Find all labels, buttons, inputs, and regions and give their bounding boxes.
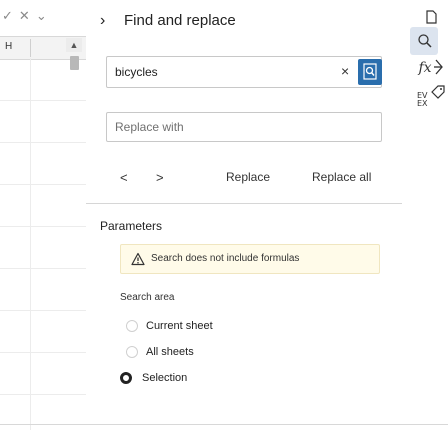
tag-icon [431,85,445,99]
panel-header: › Find and replace [86,0,402,42]
grid-line [30,58,31,430]
parameters-heading: Parameters [100,219,163,233]
grid-line [0,352,86,353]
rail-bottom-border [402,424,448,425]
find-tool-button[interactable] [416,32,434,50]
section-divider [86,203,402,204]
spreadsheet-area: ✓ ✕ ⌄ H ▲ [0,0,87,430]
radio-button[interactable] [126,320,138,332]
warning-icon [131,252,145,266]
search-icon [363,63,377,80]
panel-title: Find and replace [124,12,236,29]
replace-field[interactable] [106,112,382,142]
column-divider [30,39,31,57]
replace-input[interactable] [115,119,365,135]
search-icon [418,34,432,48]
scroll-up-button[interactable]: ▲ [66,38,82,52]
clear-icon[interactable]: × [341,63,349,79]
sort-label-bottom: EX [417,99,428,108]
option-label: Selection [142,372,188,384]
chevron-down-icon[interactable]: ⌄ [36,8,47,24]
option-label: Current sheet [146,320,213,332]
replace-all-button[interactable]: Replace all [312,170,371,184]
search-button[interactable] [358,59,382,85]
action-bar: < > Replace Replace all [86,160,402,196]
grid-line [0,100,86,101]
grid-line [0,268,86,269]
column-label: H [5,41,13,52]
formula-bar-controls: ✓ ✕ ⌄ [2,8,47,24]
find-replace-panel: › Find and replace × < > Replace Replace… [86,0,403,430]
grid-line [0,394,86,395]
styles-tool-button[interactable] [430,84,448,102]
grid-line [0,184,86,185]
find-input[interactable] [115,63,335,81]
find-field[interactable]: × [106,56,382,88]
right-toolbar: fx EV EX [402,0,448,430]
check-icon[interactable]: ✓ [2,8,13,24]
radio-button[interactable] [126,346,138,358]
radio-button-selected[interactable] [120,372,132,384]
option-label: All sheets [146,346,194,358]
sort-tool-button[interactable]: EV EX [417,92,428,108]
search-area-heading: Search area [120,292,175,303]
grid-line [0,226,86,227]
grid-line [0,310,86,311]
sidebar-top-icon[interactable] [422,8,440,26]
formula-notice: Search does not include formulas [120,244,380,274]
scrollbar-thumb[interactable] [70,56,79,70]
cancel-icon[interactable]: ✕ [19,8,30,24]
panel-bottom-border [86,424,402,425]
document-icon [426,10,437,24]
grid-line [0,142,86,143]
sheet-bottom-border [0,424,86,425]
notice-text: Search does not include formulas [151,253,300,264]
replace-button[interactable]: Replace [226,170,270,184]
next-match-button[interactable]: > [156,170,164,185]
collapse-chevron-icon[interactable]: › [100,12,105,30]
previous-match-button[interactable]: < [120,170,128,185]
